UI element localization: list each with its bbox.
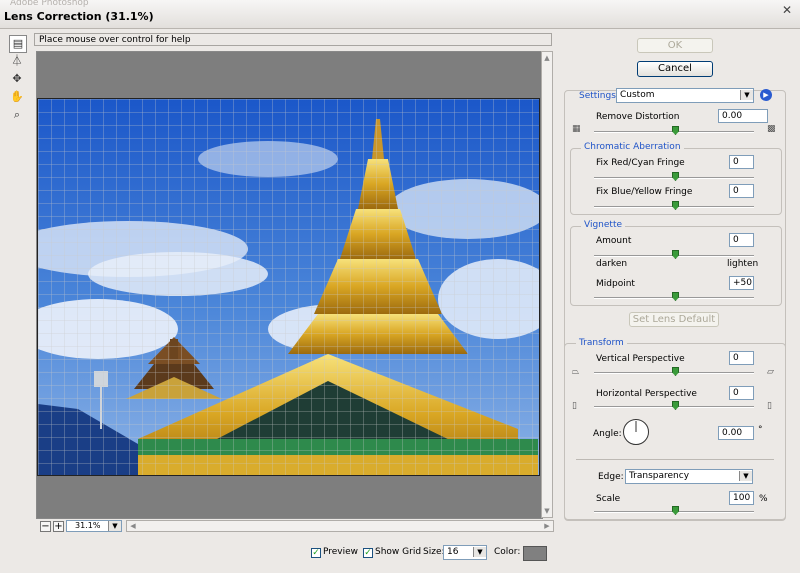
vignette-title: Vignette <box>581 220 626 230</box>
grid-color-label: Color: <box>494 547 521 557</box>
scroll-down-arrow-icon[interactable]: ▼ <box>542 506 552 516</box>
magnifier-icon: ⌕ <box>13 108 21 121</box>
horizontal-scrollbar[interactable]: ◀ ▶ <box>126 520 554 532</box>
title-bar: Adobe Photoshop Lens Correction (31.1%) … <box>0 0 800 29</box>
zoom-in-button[interactable]: + <box>53 521 64 532</box>
vertical-perspective-label: Vertical Perspective <box>596 354 685 364</box>
chromatic-aberration-title: Chromatic Aberration <box>581 142 684 152</box>
horizontal-perspective-label: Horizontal Perspective <box>596 389 697 399</box>
close-button[interactable]: ✕ <box>778 2 796 18</box>
zoom-level-select[interactable]: 31.1% ▼ <box>66 520 122 532</box>
transform-title: Transform <box>576 338 627 348</box>
preview-label: Preview <box>323 547 359 557</box>
move-grid-tool[interactable]: ✥ <box>9 71 25 87</box>
perspective-right-icon: ▯ <box>767 401 772 411</box>
angle-field[interactable]: 0.00 <box>718 426 754 440</box>
angle-label: Angle: <box>593 429 622 439</box>
move-grid-icon: ✥ <box>12 72 22 85</box>
settings-value: Custom <box>620 90 655 100</box>
scroll-up-arrow-icon[interactable]: ▲ <box>542 53 552 63</box>
chevron-down-icon: ▼ <box>739 471 752 481</box>
barrel-icon: ▩ <box>767 124 776 134</box>
grid-size-label: Size: <box>423 547 445 557</box>
scale-unit: % <box>759 494 768 504</box>
remove-distortion-label: Remove Distortion <box>596 112 680 122</box>
dialog-title: Lens Correction (31.1%) <box>4 10 154 23</box>
amount-label: Amount <box>596 236 632 246</box>
edge-label: Edge: <box>598 472 624 482</box>
darken-label: darken <box>596 259 628 269</box>
grid-size-select[interactable]: 16 ▼ <box>443 545 487 560</box>
cancel-button[interactable]: Cancel <box>637 61 713 77</box>
preview-checkbox[interactable]: ✓ <box>311 548 321 558</box>
pincushion-icon: ▦ <box>572 124 581 134</box>
scroll-left-arrow-icon[interactable]: ◀ <box>128 521 138 531</box>
help-hint: Place mouse over control for help <box>34 33 552 46</box>
temple-photo <box>38 99 539 475</box>
settings-menu-icon[interactable]: ▶ <box>760 89 772 101</box>
midpoint-label: Midpoint <box>596 279 635 289</box>
blue-yellow-label: Fix Blue/Yellow Fringe <box>596 187 693 197</box>
preview-image[interactable] <box>37 98 540 476</box>
red-cyan-field[interactable]: 0 <box>729 155 754 169</box>
zoom-level-value: 31.1% <box>75 521 101 530</box>
show-grid-checkbox[interactable]: ✓ <box>363 548 373 558</box>
grid-color-swatch[interactable] <box>523 546 547 561</box>
vertical-scrollbar[interactable]: ▲ ▼ <box>541 51 553 518</box>
zoom-out-button[interactable]: − <box>40 521 51 532</box>
show-grid-label: Show Grid <box>375 547 422 557</box>
settings-select[interactable]: Custom ▼ <box>616 88 754 103</box>
angle-dial[interactable] <box>622 418 650 446</box>
edge-select[interactable]: Transparency ▼ <box>625 469 753 484</box>
ok-button[interactable]: OK <box>637 38 713 53</box>
perspective-left-icon: ▯ <box>572 401 577 411</box>
straighten-tool[interactable]: ⏃ <box>9 53 25 69</box>
chevron-down-icon: ▼ <box>740 90 753 100</box>
remove-distortion-tool[interactable]: ▤ <box>9 35 27 53</box>
lighten-label: lighten <box>727 259 759 269</box>
hand-icon: ✋ <box>10 90 24 103</box>
grid-icon: ▤ <box>12 37 24 50</box>
midpoint-field[interactable]: +50 <box>729 276 754 290</box>
scroll-right-arrow-icon[interactable]: ▶ <box>542 521 552 531</box>
vertical-perspective-field[interactable]: 0 <box>729 351 754 365</box>
amount-field[interactable]: 0 <box>729 233 754 247</box>
set-lens-default-button[interactable]: Set Lens Default <box>629 312 719 327</box>
app-title: Adobe Photoshop <box>10 0 89 8</box>
scale-label: Scale <box>596 494 621 504</box>
hand-tool[interactable]: ✋ <box>9 89 25 105</box>
angle-unit: ° <box>758 425 763 435</box>
blue-yellow-field[interactable]: 0 <box>729 184 754 198</box>
horizontal-perspective-field[interactable]: 0 <box>729 386 754 400</box>
scale-field[interactable]: 100 <box>729 491 754 505</box>
edge-value: Transparency <box>629 471 690 481</box>
remove-distortion-field[interactable]: 0.00 <box>718 109 768 123</box>
grid-size-value: 16 <box>447 547 459 557</box>
straighten-icon: ⏃ <box>11 54 23 67</box>
perspective-top-icon: ⏢ <box>572 367 580 377</box>
chevron-down-icon: ▼ <box>473 547 486 557</box>
zoom-tool[interactable]: ⌕ <box>9 107 25 123</box>
perspective-bottom-icon: ⏥ <box>767 367 774 377</box>
chevron-down-icon: ▼ <box>108 521 121 531</box>
red-cyan-label: Fix Red/Cyan Fringe <box>596 158 685 168</box>
divider <box>576 459 774 460</box>
